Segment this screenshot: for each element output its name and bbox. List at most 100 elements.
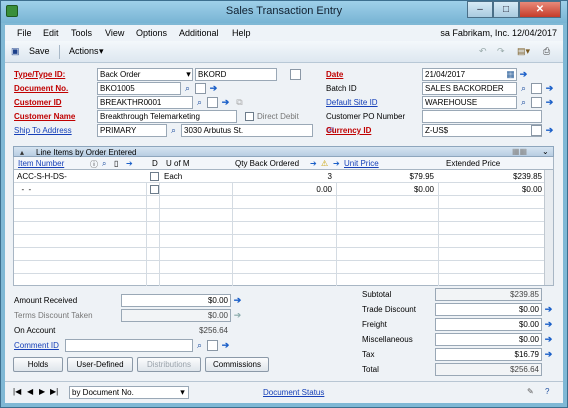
lookup-icon[interactable]: ⌕ [518,97,529,108]
unit-price-column[interactable]: Unit Price [344,159,379,168]
arrow-right-icon[interactable]: ➔ [543,319,554,330]
lookup-icon[interactable]: ⌕ [182,83,193,94]
document-number-field[interactable]: BKO1005 [97,82,181,95]
lookup-icon[interactable]: ⌕ [168,125,179,136]
customer-cards-icon[interactable]: ⧉ [234,97,245,108]
arrow-right-icon[interactable]: ➔ [544,83,555,94]
lookup-icon[interactable]: ⌕ [194,97,205,108]
report-icon[interactable]: ▤▾ [517,46,530,57]
chevron-down-icon[interactable]: ▾ [99,46,104,57]
holds-button[interactable]: Holds [13,357,63,372]
arrow-right-icon[interactable]: ➔ [544,125,555,136]
print-icon[interactable]: ⎙ [543,46,550,57]
customer-id-label[interactable]: Customer ID [14,98,62,107]
type-id-field[interactable]: BKORD [195,68,277,81]
customer-id-field[interactable]: BREAKTHR0001 [97,96,193,109]
table-row[interactable] [14,235,546,248]
table-row[interactable] [14,248,546,261]
document-status-link[interactable]: Document Status [263,388,324,397]
menu-view[interactable]: View [105,28,124,38]
expand-grid-icon[interactable]: ⌄ [542,147,549,156]
unit-price-cell[interactable]: $79.95 [340,172,434,181]
arrow-right-icon[interactable]: ➔ [544,97,555,108]
user-defined-button[interactable]: User-Defined [67,357,133,372]
trade-discount-field[interactable]: $0.00 [435,303,542,316]
table-row[interactable] [14,222,546,235]
qty-cell[interactable]: 3 [236,172,332,181]
arrow-right-icon[interactable]: ➔ [543,334,554,345]
arrow-right-icon[interactable]: ➔ [543,304,554,315]
actions-button[interactable]: Actions [69,46,99,56]
note-icon[interactable] [531,83,542,94]
chevron-up-icon[interactable]: ▴ [20,148,24,157]
ship-to-field[interactable]: PRIMARY [97,124,167,137]
note-icon[interactable] [207,340,218,351]
arrow-right-icon[interactable]: ➔ [208,83,219,94]
arrow-right-icon[interactable]: ➔ [232,295,243,306]
lookup-icon[interactable]: ⌕ [102,159,106,169]
previous-record-icon[interactable]: ◀ [27,387,33,396]
date-field[interactable]: 21/04/2017 [422,68,517,81]
arrow-right-icon[interactable]: ➔ [220,97,231,108]
table-row[interactable]: - - 0.00 $0.00 $0.00 [14,183,546,196]
arrow-right-icon[interactable]: ➔ [518,69,529,80]
site-id-field[interactable]: WAREHOUSE [422,96,517,109]
menu-options[interactable]: Options [136,28,167,38]
commissions-button[interactable]: Commissions [205,357,269,372]
currency-id-field[interactable]: Z-US$ [422,124,542,137]
note-icon[interactable]: ▯ [114,159,118,168]
info-icon[interactable]: ⓘ [90,159,98,170]
item-number-column[interactable]: Item Number [18,159,64,168]
direct-debit-checkbox[interactable] [245,112,254,121]
sort-order-select[interactable]: by Document No. [69,386,189,399]
next-record-icon[interactable]: ▶ [39,387,45,396]
table-row[interactable] [14,196,546,209]
comment-id-field[interactable] [65,339,193,352]
customer-name-field[interactable]: Breakthrough Telemarketing [97,110,237,123]
attach-icon[interactable]: ✎ [527,387,534,396]
note-icon[interactable] [290,69,301,80]
tax-field[interactable]: $16.79 [435,348,542,361]
ship-to-address-link[interactable]: Ship To Address [14,126,72,135]
chevron-down-icon[interactable]: ▾ [183,69,194,80]
lookup-icon[interactable]: ⌕ [518,83,529,94]
table-row[interactable]: ACC-S-H-DS- Each 3 $79.95 $239.85 [14,170,546,183]
note-icon[interactable] [531,97,542,108]
undo-icon[interactable]: ↶ [479,46,487,57]
batch-id-field[interactable]: SALES BACKORDER [422,82,517,95]
note-icon[interactable] [207,97,218,108]
last-record-icon[interactable]: ▶| [50,387,58,396]
document-number-label[interactable]: Document No. [14,84,68,93]
arrow-right-icon[interactable]: ➔ [543,349,554,360]
lookup-icon[interactable]: ⌕ [194,340,205,351]
item-number-cell[interactable]: ACC-S-H-DS- [17,172,67,181]
maximize-button[interactable]: □ [493,1,519,18]
arrow-right-icon[interactable]: ➔ [220,340,231,351]
drop-ship-checkbox[interactable] [150,172,159,181]
menu-file[interactable]: File [17,28,32,38]
menu-tools[interactable]: Tools [71,28,92,38]
save-button[interactable]: Save [29,46,50,56]
menu-edit[interactable]: Edit [43,28,59,38]
calendar-icon[interactable]: ▦ [505,69,516,80]
grid-scrollbar[interactable] [544,170,553,285]
arrow-right-icon[interactable]: ➔ [333,159,340,168]
freight-field[interactable]: $0.00 [435,318,542,331]
menu-additional[interactable]: Additional [179,28,219,38]
unit-price-cell[interactable]: $0.00 [340,185,434,194]
arrow-right-icon[interactable]: ➔ [310,159,317,168]
menu-help[interactable]: Help [232,28,251,38]
chevron-down-icon[interactable]: ▾ [177,387,188,398]
table-row[interactable] [14,209,546,222]
minimize-button[interactable]: – [467,1,493,18]
item-number-cell[interactable]: - - [17,185,31,194]
type-label[interactable]: Type/Type ID: [14,70,65,79]
miscellaneous-field[interactable]: $0.00 [435,333,542,346]
redo-icon[interactable]: ↷ [497,46,505,57]
uom-cell[interactable]: Each [164,172,182,181]
close-button[interactable]: ✕ [519,1,561,18]
customer-po-field[interactable] [422,110,542,123]
help-icon[interactable]: ? [545,387,549,396]
table-row[interactable] [14,261,546,274]
grid-options-icon[interactable]: ▦▦ [512,147,527,156]
